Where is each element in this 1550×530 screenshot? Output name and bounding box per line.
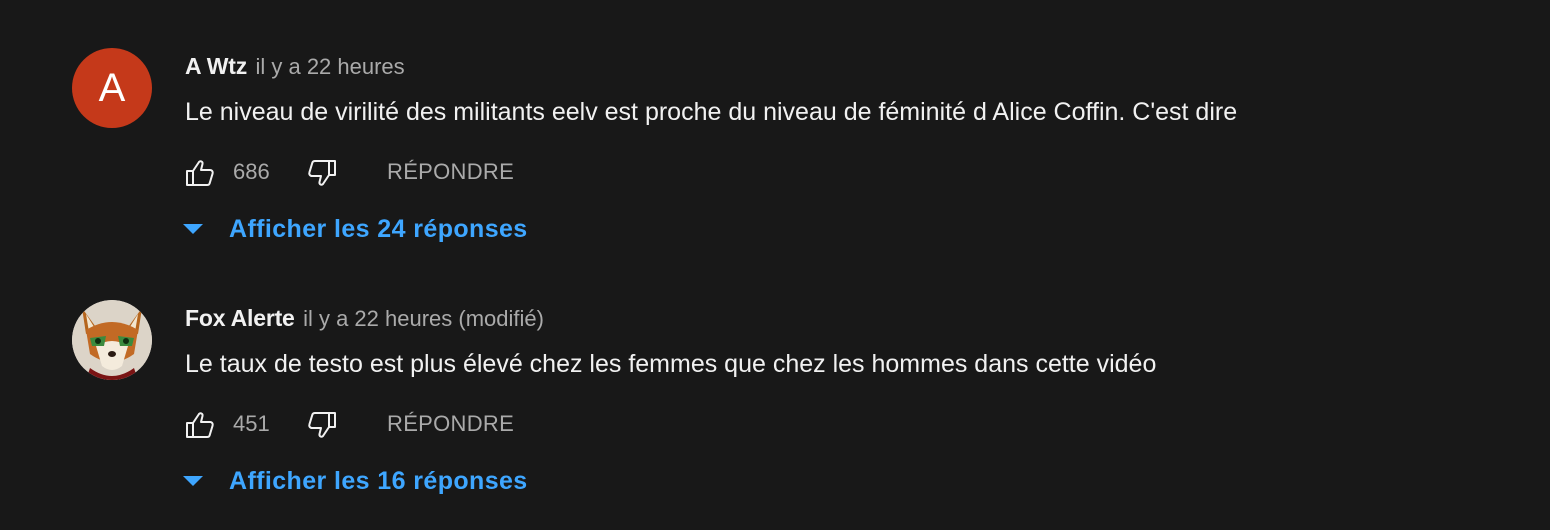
caret-down-icon (183, 224, 203, 234)
comment-header: Fox Alerte il y a 22 heures (modifié) (185, 304, 544, 332)
thumb-down-icon[interactable] (307, 411, 337, 439)
like-count: 451 (233, 411, 270, 436)
comment-time[interactable]: il y a 22 heures (modifié) (303, 306, 544, 331)
show-replies-label: Afficher les 24 réponses (229, 215, 528, 243)
like-count: 686 (233, 159, 270, 184)
reply-button[interactable]: RÉPONDRE (387, 408, 514, 440)
avatar[interactable]: A (72, 48, 152, 128)
comment-text: Le taux de testo est plus élevé chez les… (185, 350, 1157, 378)
comment-thread: A A Wtz il y a 22 heures Le niveau de vi… (0, 0, 1550, 252)
fox-avatar (72, 300, 152, 380)
author-name[interactable]: Fox Alerte (185, 305, 295, 331)
avatar[interactable] (72, 300, 152, 380)
show-replies-label: Afficher les 16 réponses (229, 467, 528, 495)
comment-actions: 451 RÉPONDRE (185, 408, 585, 440)
comment-header: A Wtz il y a 22 heures (185, 52, 405, 80)
author-name[interactable]: A Wtz (185, 53, 247, 79)
thumb-down-icon[interactable] (307, 159, 337, 187)
thumb-up-icon[interactable] (185, 411, 215, 439)
comment-actions: 686 RÉPONDRE (185, 156, 585, 188)
comment-text: Le niveau de virilité des militants eelv… (185, 98, 1238, 126)
comment-thread: Fox Alerte il y a 22 heures (modifié) Le… (0, 252, 1550, 504)
comment-time[interactable]: il y a 22 heures (255, 54, 404, 79)
reply-button[interactable]: RÉPONDRE (387, 156, 514, 188)
thumb-up-icon[interactable] (185, 159, 215, 187)
caret-down-icon (183, 476, 203, 486)
avatar-letter: A (98, 66, 126, 110)
